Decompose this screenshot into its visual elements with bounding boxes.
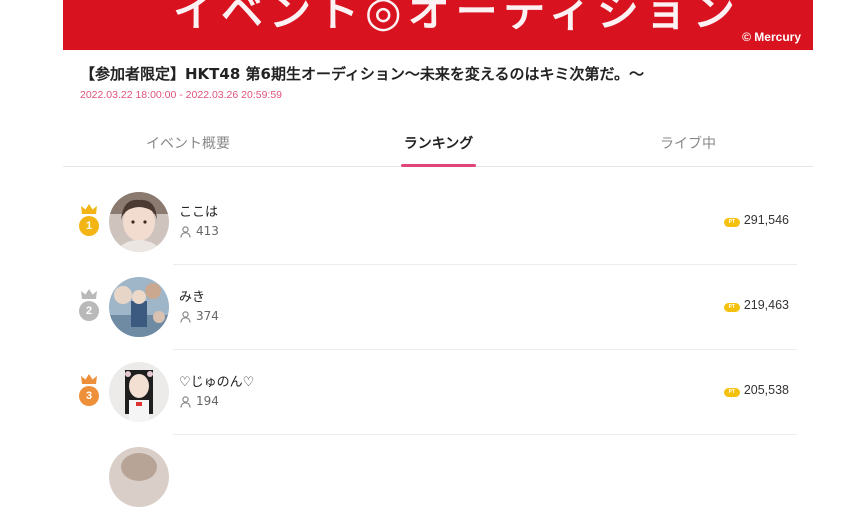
fan-count: 413 [180, 224, 219, 238]
tab-bar: イベント概要 ランキング ライブ中 [63, 128, 813, 167]
streamer-name: ♡じゅのん♡ [179, 375, 255, 390]
rank-badge: 2 [78, 289, 100, 323]
crown-icon [81, 204, 97, 214]
user-icon [180, 226, 191, 238]
rank-badge: 1 [78, 204, 100, 238]
tab-event-overview[interactable]: イベント概要 [63, 128, 313, 166]
banner-logo-art: イベント◎オーディション [173, 0, 741, 36]
avatar[interactable] [109, 192, 169, 252]
pt-coin-icon: PT [723, 218, 740, 227]
row-divider [173, 349, 797, 350]
streamer-name: ここは [179, 205, 219, 220]
crown-icon [81, 374, 97, 384]
rank-badge: 3 [78, 374, 100, 408]
pt-coin-icon: PT [723, 303, 740, 312]
points: PT 205,538 [723, 383, 789, 397]
banner-copyright: © Mercury [742, 30, 801, 44]
rank-number: 3 [79, 386, 99, 406]
avatar[interactable] [109, 277, 169, 337]
crown-icon [81, 289, 97, 299]
fan-count-value: 194 [196, 394, 219, 408]
streamer-name: みき [179, 290, 206, 305]
tab-live[interactable]: ライブ中 [563, 128, 813, 166]
points-value: 205,538 [743, 383, 789, 397]
avatar[interactable] [109, 362, 169, 422]
event-title: 【参加者限定】HKT48 第6期生オーディション～未来を変えるのはキミ次第だ。～ [80, 65, 644, 83]
points-value: 219,463 [743, 298, 789, 312]
user-icon [180, 396, 191, 408]
fan-count-value: 374 [196, 309, 219, 323]
row-divider [173, 264, 797, 265]
pt-coin-icon: PT [723, 388, 740, 397]
event-banner: イベント◎オーディション © Mercury [63, 0, 813, 50]
fan-count-value: 413 [196, 224, 219, 238]
fan-count: 374 [180, 309, 219, 323]
rank-number: 2 [79, 301, 99, 321]
ranking-row[interactable] [78, 447, 798, 532]
points-value: 291,546 [743, 213, 789, 227]
fan-count: 194 [180, 394, 219, 408]
event-period: 2022.03.22 18:00:00 - 2022.03.26 20:59:5… [80, 89, 283, 101]
points: PT 291,546 [723, 213, 789, 227]
tab-ranking[interactable]: ランキング [401, 128, 476, 167]
row-divider [173, 434, 797, 435]
rank-number: 1 [79, 216, 99, 236]
avatar[interactable] [109, 447, 169, 507]
points: PT 219,463 [723, 298, 789, 312]
user-icon [180, 311, 191, 323]
